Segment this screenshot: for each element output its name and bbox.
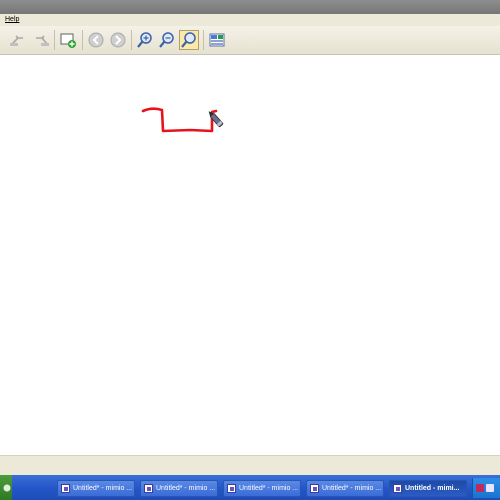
- gallery-button[interactable]: [207, 30, 227, 50]
- zoom-in-button[interactable]: [135, 30, 155, 50]
- redo-icon: [36, 35, 49, 46]
- undo-icon: [10, 35, 23, 46]
- taskbar-window-button[interactable]: Untitled* - mimio ...: [306, 480, 384, 497]
- mimio-app-icon: [310, 484, 319, 493]
- zoom-in-icon: [137, 32, 152, 48]
- zoom-tool-button[interactable]: [179, 30, 199, 50]
- next-page-button[interactable]: [108, 30, 128, 50]
- red-ink-stroke: [141, 107, 218, 133]
- previous-page-icon: [88, 32, 104, 48]
- undo-button[interactable]: [8, 30, 28, 50]
- start-logo-icon: [3, 484, 11, 491]
- toolbar-separator: [203, 30, 204, 50]
- ink-layer: [141, 107, 224, 133]
- menu-help[interactable]: Help: [5, 16, 19, 23]
- taskbar-window-label: Untitled* - mimio ...: [239, 485, 299, 492]
- mimio-app-icon: [393, 484, 402, 493]
- toolbar-separator: [82, 30, 83, 50]
- status-bar: [0, 455, 500, 476]
- mimio-app-icon: [61, 484, 70, 493]
- drawing-canvas[interactable]: [0, 55, 500, 455]
- mimio-app-icon: [227, 484, 236, 493]
- redo-button[interactable]: [31, 30, 51, 50]
- taskbar-window-label: Untitled - mimi...: [405, 485, 460, 492]
- taskbar: Untitled* - mimio ... Untitled* - mimio .…: [0, 475, 500, 500]
- window-title-bar: [0, 0, 500, 14]
- toolbar-separator: [54, 30, 55, 50]
- taskbar-window-label: Untitled* - mimio ...: [73, 485, 133, 492]
- add-page-button[interactable]: [58, 30, 78, 50]
- mimio-app-icon: [144, 484, 153, 493]
- zoom-out-button[interactable]: [157, 30, 177, 50]
- gallery-icon: [209, 33, 225, 47]
- taskbar-window-label: Untitled* - mimio ...: [156, 485, 216, 492]
- next-page-icon: [110, 32, 126, 48]
- previous-page-button[interactable]: [86, 30, 106, 50]
- add-page-icon: [60, 33, 76, 48]
- menu-bar: Help: [0, 14, 500, 26]
- start-button[interactable]: [0, 475, 12, 500]
- taskbar-window-label: Untitled* - mimio ...: [322, 485, 382, 492]
- taskbar-window-button[interactable]: Untitled - mimi...: [389, 480, 467, 497]
- taskbar-window-button[interactable]: Untitled* - mimio ...: [140, 480, 218, 497]
- tray-app-icon[interactable]: [476, 484, 484, 492]
- system-tray: [472, 478, 500, 498]
- zoom-tool-icon: [181, 32, 196, 48]
- zoom-out-icon: [159, 32, 174, 48]
- toolbar: [0, 26, 500, 55]
- tray-app-icon[interactable]: [486, 484, 494, 492]
- taskbar-window-button[interactable]: Untitled* - mimio ...: [57, 480, 135, 497]
- toolbar-separator: [131, 30, 132, 50]
- taskbar-window-button[interactable]: Untitled* - mimio ...: [223, 480, 301, 497]
